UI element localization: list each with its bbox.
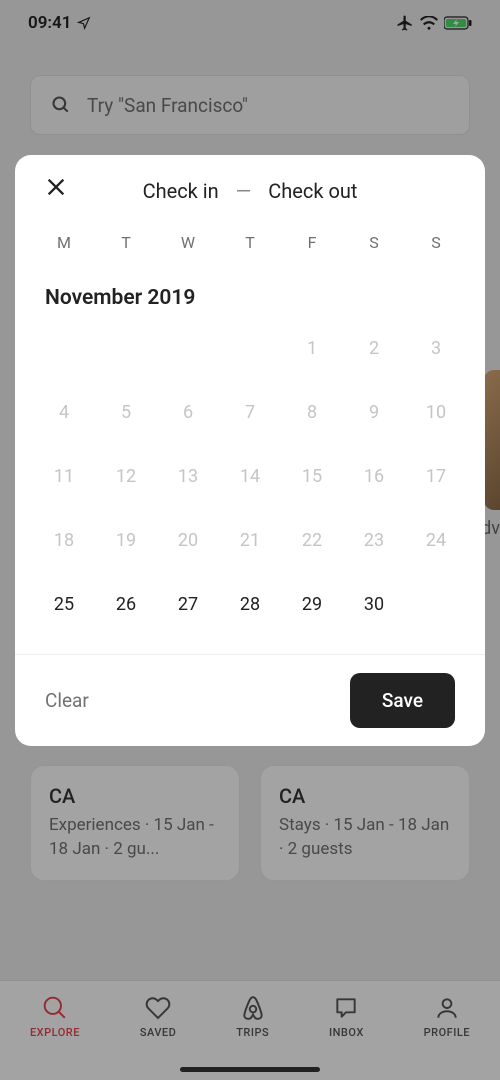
modal-header: Check in — Check out [15, 155, 485, 227]
day-cell: 16 [343, 448, 405, 504]
weekday: T [95, 233, 157, 252]
weekday: T [219, 233, 281, 252]
weekday: S [405, 233, 467, 252]
day-cell[interactable]: 30 [343, 576, 405, 632]
day-cell: 19 [95, 512, 157, 568]
day-empty [157, 320, 219, 376]
day-cell[interactable]: 28 [219, 576, 281, 632]
day-empty [219, 320, 281, 376]
weekday: M [33, 233, 95, 252]
day-cell[interactable]: 29 [281, 576, 343, 632]
day-cell[interactable]: 27 [157, 576, 219, 632]
weekday: W [157, 233, 219, 252]
day-cell: 22 [281, 512, 343, 568]
day-cell: 3 [405, 320, 467, 376]
day-cell: 2 [343, 320, 405, 376]
day-empty [405, 576, 467, 632]
day-cell: 17 [405, 448, 467, 504]
day-cell: 8 [281, 384, 343, 440]
day-empty [33, 320, 95, 376]
day-cell[interactable]: 25 [33, 576, 95, 632]
checkout-label: Check out [268, 179, 357, 203]
day-cell: 18 [33, 512, 95, 568]
day-cell: 11 [33, 448, 95, 504]
day-cell: 14 [219, 448, 281, 504]
close-button[interactable] [45, 176, 75, 206]
calendar-grid: 1234567891011121314151617181920212223242… [15, 320, 485, 632]
weekday-row: MTWTFSS [15, 227, 485, 258]
save-button[interactable]: Save [350, 673, 455, 728]
day-cell: 13 [157, 448, 219, 504]
day-cell: 10 [405, 384, 467, 440]
day-cell: 7 [219, 384, 281, 440]
day-cell: 6 [157, 384, 219, 440]
weekday: F [281, 233, 343, 252]
day-cell: 4 [33, 384, 95, 440]
modal-title: Check in — Check out [143, 179, 358, 203]
dash: — [236, 179, 252, 203]
month-label: November 2019 [15, 258, 485, 320]
day-cell: 15 [281, 448, 343, 504]
day-cell[interactable]: 26 [95, 576, 157, 632]
day-cell: 20 [157, 512, 219, 568]
clear-button[interactable]: Clear [45, 689, 89, 712]
date-picker-modal: Check in — Check out MTWTFSS November 20… [15, 155, 485, 746]
checkin-label: Check in [143, 179, 219, 203]
day-cell: 9 [343, 384, 405, 440]
day-empty [95, 320, 157, 376]
day-cell: 21 [219, 512, 281, 568]
day-cell: 23 [343, 512, 405, 568]
weekday: S [343, 233, 405, 252]
day-cell: 12 [95, 448, 157, 504]
day-cell: 1 [281, 320, 343, 376]
day-cell: 5 [95, 384, 157, 440]
close-icon [45, 176, 67, 198]
modal-footer: Clear Save [15, 654, 485, 728]
day-cell: 24 [405, 512, 467, 568]
